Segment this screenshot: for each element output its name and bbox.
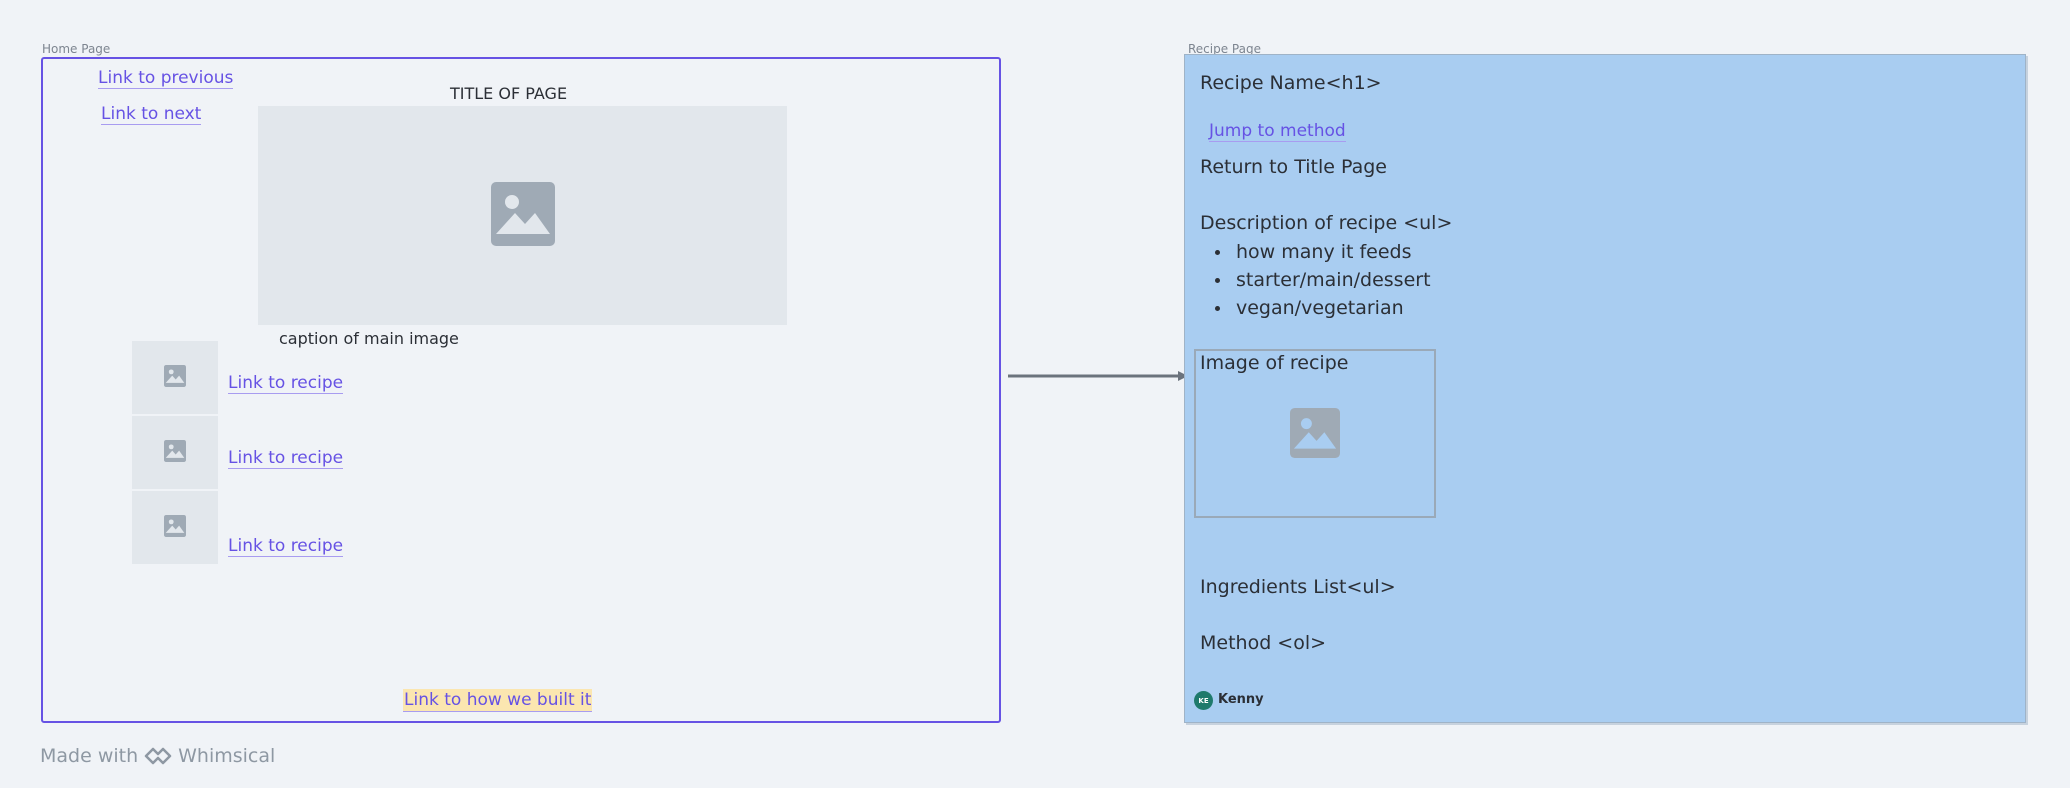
link-next[interactable]: Link to next [101, 104, 202, 125]
recipe-link-1[interactable]: Link to recipe [228, 373, 344, 394]
description-list: how many it feeds starter/main/dessert v… [1200, 238, 1431, 322]
image-icon [164, 364, 186, 391]
page-title: TITLE OF PAGE [450, 84, 568, 103]
return-to-title-text: Return to Title Page [1200, 156, 1387, 178]
made-with-badge[interactable]: Made with Whimsical [40, 745, 275, 767]
link-how-we-built-it[interactable]: Link to how we built it [403, 689, 593, 712]
list-item: vegan/vegetarian [1200, 294, 1431, 322]
made-with-text: Made with [40, 745, 139, 767]
recipe-image-label: Image of recipe [1200, 352, 1349, 374]
recipe-thumbnail [132, 491, 218, 564]
main-image-placeholder [258, 106, 787, 325]
image-icon [1290, 408, 1340, 462]
jump-to-method-link[interactable]: Jump to method [1209, 121, 1346, 142]
list-item: how many it feeds [1200, 238, 1431, 266]
recipe-thumbnail [132, 416, 218, 489]
image-icon [490, 181, 555, 250]
recipe-thumbnail [132, 341, 218, 414]
home-frame-label: Home Page [42, 42, 111, 56]
method-heading: Method <ol> [1200, 632, 1327, 654]
link-previous[interactable]: Link to previous [98, 68, 234, 89]
image-icon [164, 514, 186, 541]
recipe-link-2[interactable]: Link to recipe [228, 448, 344, 469]
connector-arrow[interactable] [1008, 367, 1188, 381]
avatar: KE [1194, 691, 1213, 710]
list-item: starter/main/dessert [1200, 266, 1431, 294]
image-icon [164, 439, 186, 466]
author-name: Kenny [1218, 692, 1264, 707]
whimsical-logo-icon [144, 746, 172, 766]
main-image-caption: caption of main image [279, 329, 459, 348]
recipe-name-heading: Recipe Name<h1> [1200, 72, 1382, 94]
ingredients-heading: Ingredients List<ul> [1200, 576, 1396, 598]
whimsical-brand-text: Whimsical [178, 745, 276, 767]
recipe-link-3[interactable]: Link to recipe [228, 536, 344, 557]
description-heading: Description of recipe <ul> [1200, 212, 1453, 234]
